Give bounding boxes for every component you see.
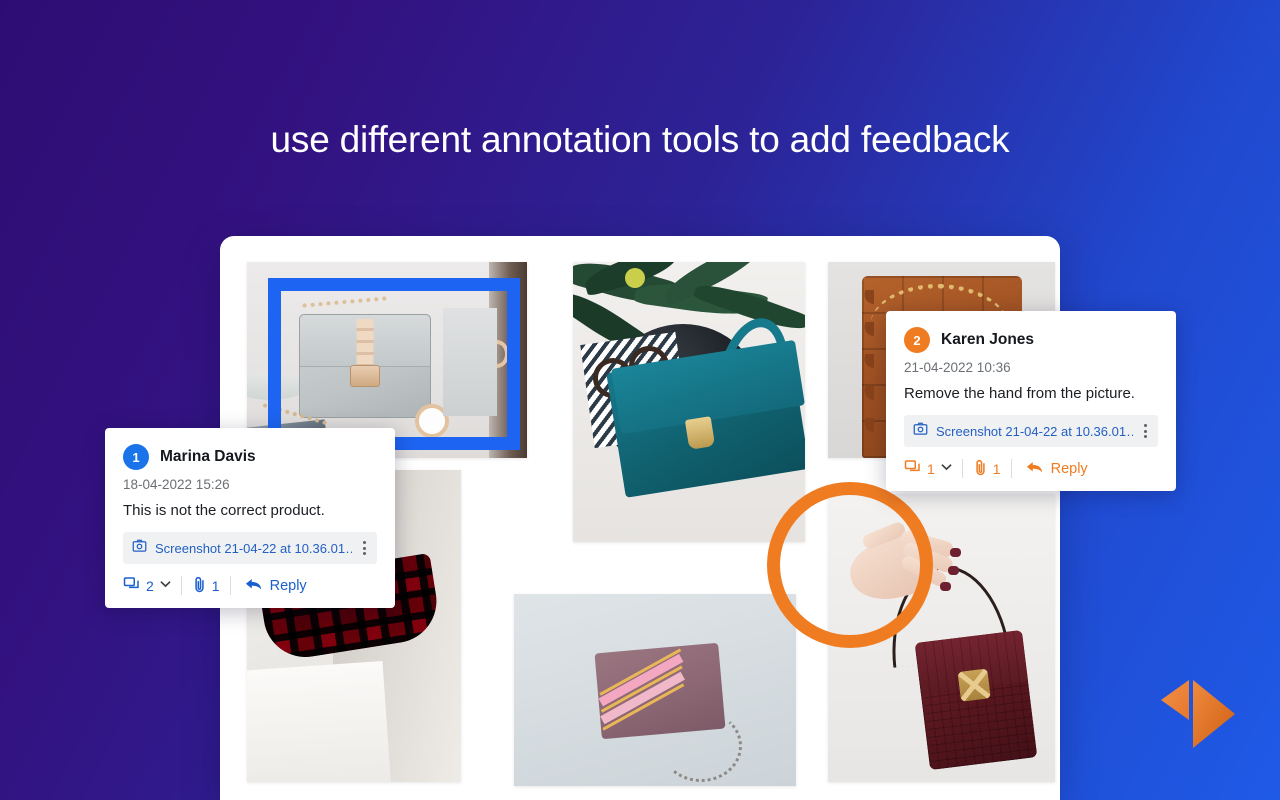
- attachments-count: 1: [992, 460, 1001, 477]
- page-title: use different annotation tools to add fe…: [270, 119, 1010, 160]
- gallery-image-mauve-striped-bag[interactable]: [514, 594, 796, 786]
- comment-text: Remove the hand from the picture.: [904, 385, 1135, 402]
- reply-label: Reply: [269, 577, 307, 594]
- gallery-image-teal-leather-bag[interactable]: [573, 262, 805, 542]
- bag-body: [594, 642, 726, 740]
- comment-footer: 2 1 Reply: [123, 575, 377, 596]
- comment-text: This is not the correct product.: [123, 502, 325, 519]
- hand-nail: [940, 582, 951, 591]
- decor-step: [247, 660, 392, 782]
- comment-footer: 1 1 Reply: [904, 458, 1158, 479]
- footer-divider: [180, 576, 182, 595]
- reply-button[interactable]: Reply: [1026, 460, 1088, 478]
- attachments-count: 1: [211, 577, 220, 594]
- comment-timestamp: 21-04-2022 10:36: [904, 360, 1011, 375]
- paperclip-icon: [192, 576, 207, 596]
- bag-woven-edge: [856, 290, 874, 448]
- kebab-menu-icon[interactable]: [360, 539, 369, 557]
- paperclip-icon: [973, 459, 988, 479]
- hand-nail: [950, 548, 961, 557]
- reply-arrow-icon: [245, 577, 263, 595]
- logo-mark: [1157, 668, 1249, 760]
- reply-arrow-icon: [1026, 460, 1044, 478]
- reply-button[interactable]: Reply: [245, 577, 307, 595]
- comment-timestamp: 18-04-2022 15:26: [123, 477, 230, 492]
- attachment-chip[interactable]: Screenshot 21-04-22 at 10.36.01…: [123, 532, 377, 564]
- bag-emblem: [957, 668, 991, 702]
- hand-nail: [948, 566, 959, 575]
- bag-body: [914, 629, 1038, 771]
- comments-count-control[interactable]: 2: [123, 575, 171, 596]
- attachments-count-control[interactable]: 1: [973, 459, 1001, 479]
- footer-divider: [229, 576, 231, 595]
- footer-divider: [961, 459, 963, 478]
- reply-label: Reply: [1050, 460, 1088, 477]
- comments-count: 1: [927, 460, 935, 477]
- attachments-count-control[interactable]: 1: [192, 576, 220, 596]
- attachment-chip[interactable]: Screenshot 21-04-22 at 10.36.01…: [904, 415, 1158, 447]
- comment-card-2[interactable]: 2 Karen Jones 21-04-2022 10:36 Remove th…: [886, 311, 1176, 491]
- annotation-rectangle[interactable]: [268, 278, 520, 450]
- kebab-menu-icon[interactable]: [1141, 422, 1150, 440]
- comment-pin-badge[interactable]: 2: [904, 327, 930, 353]
- slide-canvas: use different annotation tools to add fe…: [0, 0, 1280, 800]
- annotation-circle[interactable]: [767, 482, 933, 648]
- attachment-name: Screenshot 21-04-22 at 10.36.01…: [155, 540, 352, 556]
- chevron-down-icon[interactable]: [160, 580, 171, 591]
- camera-icon: [913, 421, 928, 441]
- attachment-name: Screenshot 21-04-22 at 10.36.01…: [936, 423, 1133, 439]
- comment-bubble-icon: [123, 575, 141, 596]
- comments-count: 2: [146, 577, 154, 594]
- comment-card-1[interactable]: 1 Marina Davis 18-04-2022 15:26 This is …: [105, 428, 395, 608]
- comment-header: 1 Marina Davis: [123, 444, 377, 470]
- comment-author: Karen Jones: [941, 331, 1035, 348]
- comments-count-control[interactable]: 1: [904, 458, 952, 479]
- camera-icon: [132, 538, 147, 558]
- comment-header: 2 Karen Jones: [904, 327, 1158, 353]
- comment-author: Marina Davis: [160, 448, 256, 465]
- comment-bubble-icon: [904, 458, 922, 479]
- footer-divider: [1010, 459, 1012, 478]
- comment-pin-badge[interactable]: 1: [123, 444, 149, 470]
- plant-stem: [625, 268, 645, 288]
- bag-lock: [684, 416, 716, 450]
- chevron-down-icon[interactable]: [941, 463, 952, 474]
